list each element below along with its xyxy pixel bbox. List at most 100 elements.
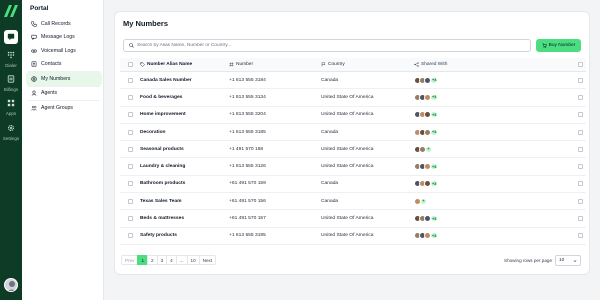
table-row[interactable]: Safety products +1 613 555 3195 United Sta… — [120, 228, 586, 245]
shared-extra-badge[interactable]: +3 — [430, 232, 439, 240]
next-page-button[interactable]: Next — [198, 255, 217, 265]
select-all-checkbox[interactable] — [127, 62, 133, 67]
shared-extra-badge[interactable]: +3 — [430, 180, 439, 188]
shared-with[interactable]: +3 — [414, 215, 574, 223]
table-row[interactable]: Bathroom products +61 491 570 159 Canada +3 — [120, 176, 586, 194]
prev-page-button[interactable]: Prev — [121, 255, 139, 265]
rail-item-billings[interactable]: Billings — [1, 72, 21, 96]
table-row[interactable]: Seasonal products +1 491 570 158 United St… — [120, 141, 586, 159]
table-row[interactable]: Texas Sales Team +61 491 570 156 Canada + — [120, 193, 586, 211]
table-row[interactable]: Home improvement +1 813 555 3204 United St… — [120, 107, 586, 124]
phone-number: +1 613 555 3185 — [229, 129, 266, 135]
sidebar-item-agent-groups[interactable]: Agent Groups — [26, 101, 102, 115]
search-input[interactable] — [137, 43, 527, 48]
sidebar-item-contacts[interactable]: Contacts — [26, 58, 102, 72]
sidebar-item-label: Agent Groups — [41, 104, 74, 111]
phone-number: +61 491 570 159 — [229, 181, 266, 187]
phone-number: +61 491 570 157 — [229, 216, 266, 222]
row-action-checkbox[interactable] — [577, 233, 583, 239]
header-number-label: Number — [236, 62, 254, 67]
portal-sidebar: Portal Call Records Message Logs Voicema… — [22, 0, 104, 300]
row-checkbox[interactable] — [127, 233, 133, 239]
header-action-checkbox[interactable] — [577, 62, 583, 67]
table-row[interactable]: Laundry & cleaning +1 813 555 3126 United … — [120, 158, 586, 176]
shared-extra-badge[interactable]: +3 — [430, 215, 439, 223]
table-row[interactable]: Decoration +1 613 555 3185 Canada +3 — [120, 124, 586, 142]
app-rail: Dialer Billings Apps Settings — [0, 0, 22, 300]
shared-with[interactable]: +3 — [414, 93, 574, 101]
page-button[interactable]: 10 — [186, 255, 200, 265]
rail-item-apps[interactable]: Apps — [1, 96, 21, 120]
sidebar-item-label: Voicemail Logs — [41, 47, 76, 54]
row-action-checkbox[interactable] — [577, 216, 583, 222]
rail-item-settings[interactable]: Settings — [1, 121, 21, 145]
phone-number: +1 613 555 3184 — [229, 77, 266, 83]
row-checkbox[interactable] — [127, 112, 133, 118]
sidebar-nav: Call Records Message Logs Voicemail Logs… — [26, 17, 102, 115]
row-checkbox[interactable] — [127, 94, 133, 100]
shared-with[interactable]: +3 — [414, 128, 574, 136]
row-checkbox[interactable] — [127, 164, 133, 170]
shared-extra-badge[interactable]: +3 — [430, 163, 439, 171]
buy-number-button[interactable]: Buy Number — [536, 39, 581, 52]
brand-logo-icon[interactable] — [4, 5, 18, 17]
row-checkbox[interactable] — [127, 181, 133, 187]
shared-with[interactable]: + — [414, 145, 574, 153]
shared-with[interactable]: + — [414, 197, 574, 205]
rows-per-page-select[interactable]: 10 — [555, 255, 581, 266]
rows-per-page-value: 10 — [559, 258, 565, 263]
shared-extra-badge[interactable]: +3 — [430, 128, 439, 136]
row-action-checkbox[interactable] — [577, 94, 583, 100]
row-checkbox[interactable] — [127, 146, 133, 152]
numbers-icon — [31, 76, 37, 82]
row-action-checkbox[interactable] — [577, 181, 583, 187]
header-country[interactable]: Country — [321, 62, 414, 67]
row-action-checkbox[interactable] — [577, 77, 583, 83]
country: United State Of America — [321, 146, 374, 152]
header-shared-label: Shared With — [421, 62, 448, 67]
country: Canada — [321, 198, 339, 204]
sidebar-item-call-records[interactable]: Call Records — [26, 17, 102, 31]
row-action-checkbox[interactable] — [577, 129, 583, 135]
alias-name: Seasonal products — [140, 146, 184, 152]
header-number[interactable]: Number — [229, 62, 321, 67]
search-box[interactable] — [123, 39, 531, 52]
table-row[interactable]: Food & beverages +1 813 555 3134 United St… — [120, 89, 586, 107]
alias-name: Home improvement — [140, 112, 186, 118]
row-action-checkbox[interactable] — [577, 198, 583, 204]
shared-extra-badge[interactable]: +3 — [430, 76, 439, 84]
table-row[interactable]: Canada Sales Number +1 613 555 3184 Canada… — [120, 72, 586, 90]
sidebar-item-my-numbers[interactable]: My Numbers — [26, 72, 102, 86]
shared-with[interactable]: +3 — [414, 111, 574, 119]
phone-number: +1 613 555 3195 — [229, 233, 266, 239]
user-avatar[interactable] — [4, 278, 18, 292]
sidebar-item-agents[interactable]: Agents — [26, 87, 102, 101]
header-name[interactable]: Number Alias Name — [140, 62, 229, 67]
sidebar-item-message-logs[interactable]: Message Logs — [26, 31, 102, 45]
flag-icon — [321, 62, 326, 67]
row-action-checkbox[interactable] — [577, 146, 583, 152]
alias-name: Bathroom products — [140, 181, 186, 187]
row-checkbox[interactable] — [127, 198, 133, 204]
row-checkbox[interactable] — [127, 77, 133, 83]
shared-extra-badge[interactable]: +3 — [430, 111, 439, 119]
chat-icon — [4, 30, 18, 44]
sidebar-item-label: Call Records — [41, 20, 71, 27]
row-checkbox[interactable] — [127, 129, 133, 135]
shared-extra-badge[interactable]: + — [425, 145, 432, 153]
header-country-label: Country — [328, 62, 345, 67]
row-action-checkbox[interactable] — [577, 112, 583, 118]
rail-item-dialer[interactable]: Dialer — [1, 48, 21, 72]
my-numbers-card: My Numbers Buy Number Number Alias Name … — [114, 11, 590, 275]
shared-with[interactable]: +3 — [414, 232, 574, 240]
sidebar-item-voicemail-logs[interactable]: Voicemail Logs — [26, 44, 102, 58]
table-row[interactable]: Beds & mattresses +61 491 570 157 United S… — [120, 210, 586, 228]
shared-extra-badge[interactable]: + — [420, 197, 427, 205]
shared-with[interactable]: +3 — [414, 163, 574, 171]
header-shared[interactable]: Shared With — [414, 62, 574, 67]
row-action-checkbox[interactable] — [577, 164, 583, 170]
shared-with[interactable]: +3 — [414, 180, 574, 188]
row-checkbox[interactable] — [127, 216, 133, 222]
shared-with[interactable]: +3 — [414, 76, 574, 84]
shared-extra-badge[interactable]: +3 — [430, 93, 439, 101]
